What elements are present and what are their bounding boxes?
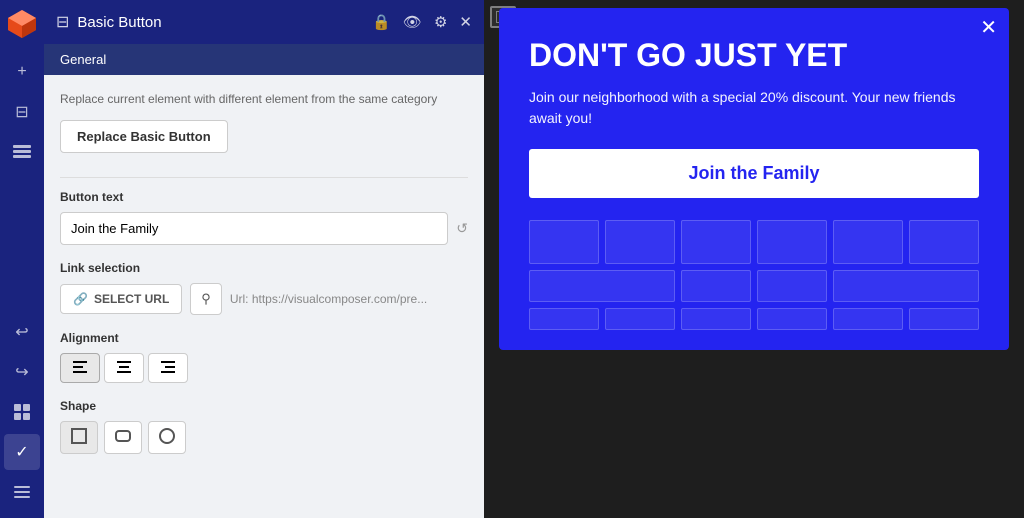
wireframe-block <box>757 270 827 302</box>
eye-icon[interactable]: 👁 <box>403 13 422 31</box>
align-center-button[interactable] <box>104 353 144 383</box>
lock-icon[interactable]: 🔒 <box>372 13 391 31</box>
align-right-button[interactable] <box>148 353 188 383</box>
wireframe-block <box>909 308 979 330</box>
wireframe-block <box>833 270 979 302</box>
align-left-button[interactable] <box>60 353 100 383</box>
wireframe-block <box>757 308 827 330</box>
link-edit-icon[interactable]: ⚲ <box>190 283 222 315</box>
wireframe-block <box>681 308 751 330</box>
close-panel-icon[interactable]: ✕ <box>459 13 472 31</box>
wireframe-block <box>757 220 827 264</box>
panel-header: ⊟ Basic Button 🔒 👁 ⚙ ✕ <box>44 0 484 44</box>
modal-close-icon[interactable]: ✕ <box>980 18 997 38</box>
replace-basic-button[interactable]: Replace Basic Button <box>60 120 228 153</box>
app-logo[interactable] <box>6 8 38 40</box>
wireframe-block <box>529 308 599 330</box>
alignment-row <box>60 353 468 383</box>
wireframe-content-area <box>529 220 979 330</box>
wireframe-block <box>833 308 903 330</box>
settings-icon[interactable]: ⚙ <box>434 13 447 31</box>
replace-description: Replace current element with different e… <box>60 91 468 108</box>
general-section-header: General <box>44 44 484 75</box>
panel-element-icon: ⊟ <box>56 12 69 32</box>
redo-icon[interactable]: ↪ <box>4 354 40 390</box>
wireframe-block <box>529 270 675 302</box>
select-url-button[interactable]: 🔗 SELECT URL <box>60 284 182 314</box>
shape-row <box>60 421 468 454</box>
button-text-row: ↺ <box>60 212 468 245</box>
link-select-icon: 🔗 <box>73 292 88 306</box>
undo-icon[interactable]: ↩ <box>4 314 40 350</box>
panel-title: Basic Button <box>77 14 364 31</box>
shape-rounded-button[interactable] <box>104 421 142 454</box>
wireframe-block <box>605 308 675 330</box>
check-icon[interactable]: ✓ <box>4 434 40 470</box>
refresh-icon[interactable]: ↺ <box>456 220 468 237</box>
add-element-icon[interactable]: + <box>4 54 40 90</box>
modal-subtext: Join our neighborhood with a special 20%… <box>529 87 979 129</box>
url-display-text: Url: https://visualcomposer.com/pre... <box>230 292 468 306</box>
left-panel: ⊟ Basic Button 🔒 👁 ⚙ ✕ General Replace c… <box>44 0 484 518</box>
hamburger-menu-icon[interactable] <box>4 474 40 510</box>
panel-header-actions: 🔒 👁 ⚙ ✕ <box>372 13 472 31</box>
wireframe-block <box>909 220 979 264</box>
wireframe-block <box>833 220 903 264</box>
wireframe-block <box>681 220 751 264</box>
right-preview-area: ✕ DON'T GO JUST YET Join our neighborhoo… <box>484 0 1024 518</box>
icon-bar: + ⊟ ↩ ↪ ✓ <box>0 0 44 518</box>
panel-body: Replace current element with different e… <box>44 75 484 518</box>
divider-1 <box>60 177 468 178</box>
wireframe-block <box>529 220 599 264</box>
shape-circle-button[interactable] <box>148 421 186 454</box>
modal-dialog: ✕ DON'T GO JUST YET Join our neighborhoo… <box>499 8 1009 350</box>
button-text-input[interactable] <box>60 212 448 245</box>
select-url-label: SELECT URL <box>94 292 169 306</box>
stack-icon[interactable] <box>4 134 40 170</box>
layers-icon[interactable]: ⊟ <box>4 94 40 130</box>
shape-label: Shape <box>60 399 468 413</box>
wireframe-block <box>681 270 751 302</box>
modal-overlay: ✕ DON'T GO JUST YET Join our neighborhoo… <box>484 0 1024 518</box>
modal-cta-button[interactable]: Join the Family <box>529 149 979 198</box>
link-selection-label: Link selection <box>60 261 468 275</box>
modal-headline: DON'T GO JUST YET <box>529 38 979 73</box>
alignment-label: Alignment <box>60 331 468 345</box>
shape-square-button[interactable] <box>60 421 98 454</box>
pages-icon[interactable] <box>4 394 40 430</box>
button-text-label: Button text <box>60 190 468 204</box>
link-selection-row: 🔗 SELECT URL ⚲ Url: https://visualcompos… <box>60 283 468 315</box>
wireframe-block <box>605 220 675 264</box>
